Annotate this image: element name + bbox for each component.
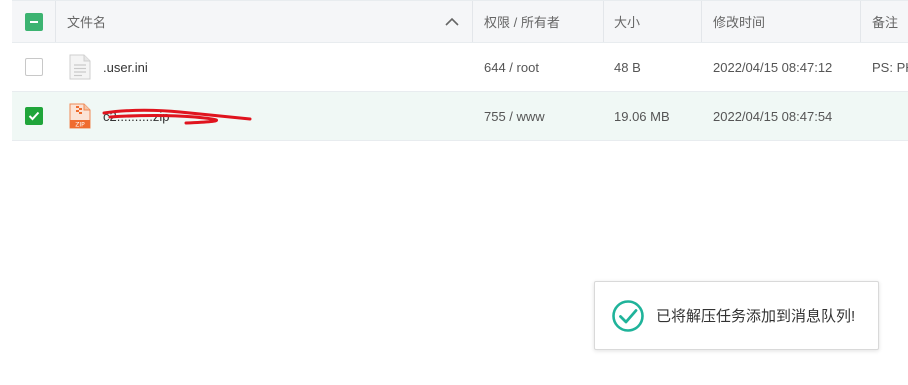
modified-cell: 2022/04/15 08:47:12 [702, 43, 861, 91]
file-name-cell[interactable]: .user.ini [56, 43, 473, 91]
permission-value: 755 / www [484, 108, 545, 124]
toast-notification: 已将解压任务添加到消息队列! [594, 281, 879, 350]
table-header: 文件名 权限 / 所有者 大小 修改时间 备注 [12, 0, 908, 43]
toast-message: 已将解压任务添加到消息队列! [656, 308, 856, 325]
row-checkbox-cell[interactable] [12, 92, 56, 140]
size-cell: 19.06 MB [604, 92, 702, 140]
text-file-icon [69, 54, 91, 80]
svg-text:ZIP: ZIP [75, 122, 85, 129]
column-header-note[interactable]: 备注 [861, 1, 908, 42]
chevron-up-icon[interactable] [445, 15, 459, 29]
minus-icon [29, 20, 38, 23]
table-row[interactable]: .user.ini 644 / root 48 B 2022/04/15 08:… [12, 43, 908, 92]
row-checkbox[interactable] [25, 107, 43, 125]
redaction-scribble [102, 108, 252, 125]
size-cell: 48 B [604, 43, 702, 91]
permission-cell[interactable]: 755 / www [473, 92, 604, 140]
column-modified-label: 修改时间 [713, 15, 766, 30]
modified-cell: 2022/04/15 08:47:54 [702, 92, 861, 140]
zip-file-icon: ZIP [69, 103, 91, 129]
column-permission-label: 权限 / 所有者 [484, 15, 560, 30]
column-header-modified[interactable]: 修改时间 [702, 1, 861, 42]
column-header-permission[interactable]: 权限 / 所有者 [473, 1, 604, 42]
select-all-checkbox[interactable] [24, 12, 43, 31]
row-checkbox[interactable] [25, 58, 43, 76]
note-value: PS: PH [872, 59, 908, 75]
column-size-label: 大小 [614, 15, 641, 30]
file-name[interactable]: .user.ini [103, 60, 148, 75]
permission-value: 644 / root [484, 59, 539, 75]
size-value: 19.06 MB [614, 108, 670, 124]
row-checkbox-cell[interactable] [12, 43, 56, 91]
modified-value: 2022/04/15 08:47:54 [713, 108, 833, 124]
modified-value: 2022/04/15 08:47:12 [713, 59, 833, 75]
success-check-icon [612, 299, 644, 332]
checkmark-icon [28, 111, 40, 121]
column-header-name[interactable]: 文件名 [56, 1, 473, 42]
size-value: 48 B [614, 59, 641, 75]
select-all-cell[interactable] [12, 1, 56, 42]
note-cell[interactable]: PS: PH [861, 43, 908, 91]
column-name-label: 文件名 [67, 15, 107, 30]
permission-cell[interactable]: 644 / root [473, 43, 604, 91]
note-cell[interactable] [861, 92, 908, 140]
column-note-label: 备注 [872, 15, 899, 30]
column-header-size[interactable]: 大小 [604, 1, 702, 42]
